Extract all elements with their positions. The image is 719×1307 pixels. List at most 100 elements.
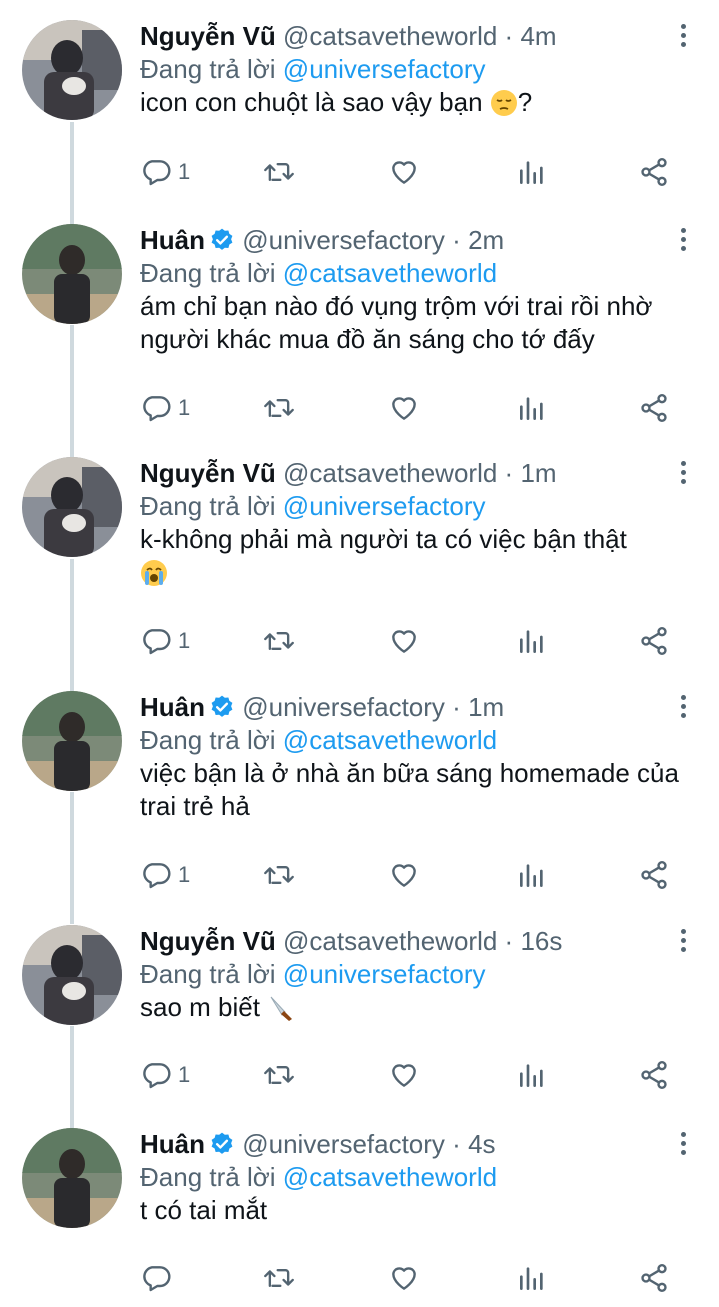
- share-button[interactable]: [638, 1258, 670, 1298]
- timestamp[interactable]: 1m: [520, 458, 556, 488]
- share-button[interactable]: [638, 388, 670, 428]
- display-name[interactable]: Nguyễn Vũ: [140, 21, 276, 51]
- user-handle[interactable]: @catsavetheworld: [283, 21, 497, 51]
- avatar[interactable]: [22, 20, 122, 120]
- more-vertical-icon[interactable]: [677, 461, 689, 487]
- tweet-header: Huân @universefactory · 1m: [140, 691, 679, 727]
- mention-link[interactable]: @catsavetheworld: [283, 725, 497, 755]
- avatar[interactable]: [22, 1128, 122, 1228]
- user-handle[interactable]: @universefactory: [242, 225, 445, 255]
- reply-button[interactable]: 1: [140, 621, 190, 661]
- replying-to: Đang trả lời @catsavetheworld: [140, 257, 497, 289]
- timestamp[interactable]: 4m: [520, 21, 556, 51]
- replying-prefix: Đang trả lời: [140, 491, 276, 521]
- mention-link[interactable]: @catsavetheworld: [283, 1162, 497, 1192]
- user-handle[interactable]: @catsavetheworld: [283, 926, 497, 956]
- reply-count: 1: [178, 1062, 191, 1087]
- share-icon: [641, 1264, 667, 1292]
- views-button[interactable]: [516, 1258, 548, 1298]
- avatar[interactable]: [22, 925, 122, 1025]
- avatar[interactable]: [22, 224, 122, 324]
- reply-button[interactable]: [140, 1258, 178, 1298]
- replying-prefix: Đang trả lời: [140, 725, 276, 755]
- retweet-icon: [264, 865, 294, 885]
- analytics-icon: [520, 161, 543, 184]
- avatar[interactable]: [22, 457, 122, 557]
- tweet-header: Nguyễn Vũ @catsavetheworld · 4m: [140, 20, 679, 52]
- like-button[interactable]: [388, 855, 420, 895]
- retweet-button[interactable]: [262, 855, 296, 895]
- share-button[interactable]: [638, 1055, 670, 1095]
- retweet-button[interactable]: [262, 1055, 296, 1095]
- share-button[interactable]: [638, 621, 670, 661]
- mention-link[interactable]: @universefactory: [283, 491, 486, 521]
- user-handle[interactable]: @universefactory: [242, 692, 445, 722]
- tweet-actions: 1: [140, 855, 689, 895]
- like-button[interactable]: [388, 152, 420, 192]
- reply-icon: [143, 1266, 171, 1292]
- timestamp[interactable]: 1m: [468, 692, 504, 722]
- tweet-text-body: icon con chuột là sao vậy bạn: [140, 87, 483, 117]
- reply-button[interactable]: 1: [140, 152, 190, 192]
- mention-link[interactable]: @catsavetheworld: [283, 258, 497, 288]
- retweet-icon: [264, 1065, 294, 1085]
- share-icon: [641, 1061, 667, 1089]
- tweet-text-body: sao m biết: [140, 992, 260, 1022]
- more-vertical-icon[interactable]: [677, 24, 689, 50]
- replying-prefix: Đang trả lời: [140, 258, 276, 288]
- replying-prefix: Đang trả lời: [140, 959, 276, 989]
- like-button[interactable]: [388, 621, 420, 661]
- like-button[interactable]: [388, 1258, 420, 1298]
- display-name[interactable]: Huân: [140, 225, 205, 255]
- reply-button[interactable]: 1: [140, 855, 190, 895]
- timestamp[interactable]: 4s: [468, 1129, 495, 1159]
- display-name[interactable]: Nguyễn Vũ: [140, 458, 276, 488]
- share-button[interactable]: [638, 152, 670, 192]
- tweet-text: k-không phải mà người ta có việc bận thậ…: [140, 523, 699, 595]
- retweet-button[interactable]: [262, 1258, 296, 1298]
- reply-button[interactable]: 1: [140, 1055, 190, 1095]
- pensive-face-emoji: [490, 89, 518, 125]
- views-button[interactable]: [516, 1055, 548, 1095]
- reply-icon: [143, 863, 171, 889]
- tweet-text: icon con chuột là sao vậy bạn ?: [140, 86, 699, 125]
- heart-icon: [392, 1064, 416, 1087]
- more-vertical-icon[interactable]: [677, 1132, 689, 1158]
- user-handle[interactable]: @universefactory: [242, 1129, 445, 1159]
- more-vertical-icon[interactable]: [677, 228, 689, 254]
- mention-link[interactable]: @universefactory: [283, 54, 486, 84]
- like-button[interactable]: [388, 1055, 420, 1095]
- display-name[interactable]: Huân: [140, 692, 205, 722]
- user-handle[interactable]: @catsavetheworld: [283, 458, 497, 488]
- retweet-button[interactable]: [262, 621, 296, 661]
- replying-prefix: Đang trả lời: [140, 54, 276, 84]
- more-vertical-icon[interactable]: [677, 929, 689, 955]
- mention-link[interactable]: @universefactory: [283, 959, 486, 989]
- tweet[interactable]: Huân @universefactory · 1m Đang trả lời …: [0, 691, 719, 911]
- tweet[interactable]: Huân @universefactory · 4s Đang trả lời …: [0, 1128, 719, 1307]
- tweet[interactable]: Huân @universefactory · 2m Đang trả lời …: [0, 224, 719, 444]
- analytics-icon: [520, 864, 543, 887]
- display-name[interactable]: Nguyễn Vũ: [140, 926, 276, 956]
- tweet[interactable]: Nguyễn Vũ @catsavetheworld · 4m Đang trả…: [0, 20, 719, 210]
- tweet[interactable]: Nguyễn Vũ @catsavetheworld · 16s Đang tr…: [0, 925, 719, 1115]
- avatar[interactable]: [22, 691, 122, 791]
- views-button[interactable]: [516, 388, 548, 428]
- retweet-icon: [264, 1268, 294, 1288]
- tweet[interactable]: Nguyễn Vũ @catsavetheworld · 1m Đang trả…: [0, 457, 719, 677]
- views-button[interactable]: [516, 152, 548, 192]
- share-button[interactable]: [638, 855, 670, 895]
- views-button[interactable]: [516, 855, 548, 895]
- tweet-text-body: việc bận là ở nhà ăn bữa sáng homemade c…: [140, 758, 679, 821]
- like-button[interactable]: [388, 388, 420, 428]
- display-name[interactable]: Huân: [140, 1129, 205, 1159]
- reply-button[interactable]: 1: [140, 388, 190, 428]
- heart-icon: [392, 1267, 416, 1290]
- more-vertical-icon[interactable]: [677, 695, 689, 721]
- views-button[interactable]: [516, 621, 548, 661]
- retweet-button[interactable]: [262, 388, 296, 428]
- timestamp[interactable]: 16s: [520, 926, 562, 956]
- retweet-button[interactable]: [262, 152, 296, 192]
- timestamp[interactable]: 2m: [468, 225, 504, 255]
- replying-to: Đang trả lời @universefactory: [140, 490, 486, 522]
